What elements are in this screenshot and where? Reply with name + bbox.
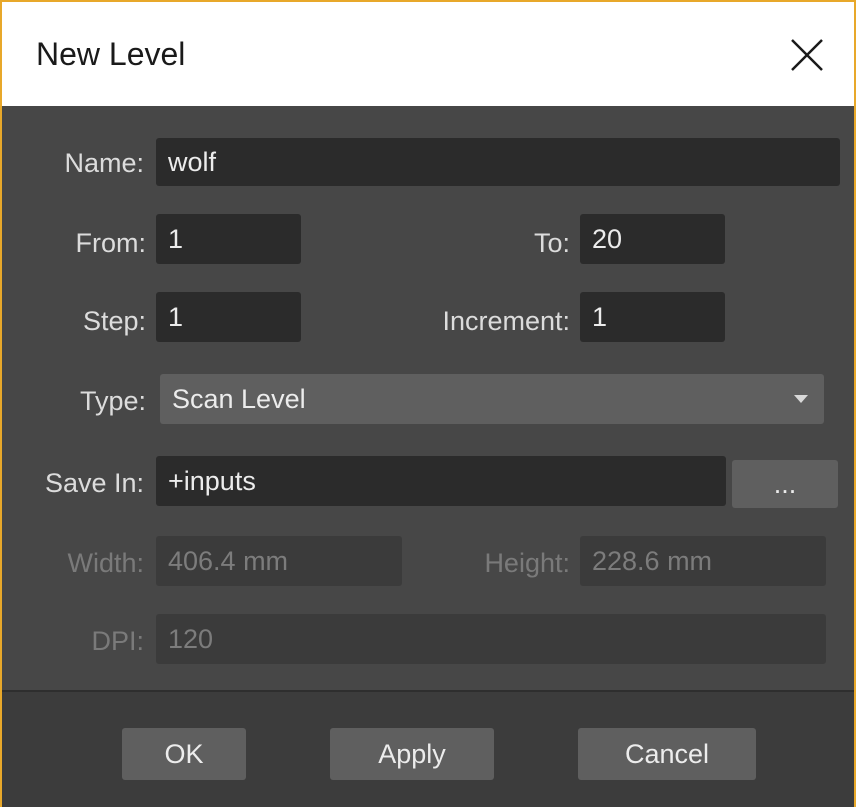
apply-button[interactable]: Apply [330, 728, 494, 780]
new-level-dialog: New Level Name: wolf From: 1 To: 20 Step… [0, 0, 856, 807]
width-value: 406.4 mm [168, 545, 289, 576]
from-input[interactable]: 1 [156, 214, 301, 264]
button-bar: OK Apply Cancel [2, 690, 854, 807]
height-label: Height: [484, 548, 570, 578]
increment-input[interactable]: 1 [580, 292, 725, 342]
ok-button[interactable]: OK [122, 728, 246, 780]
from-label: From: [75, 228, 147, 258]
name-value: wolf [168, 146, 217, 177]
title-bar: New Level [2, 2, 854, 106]
type-dropdown[interactable]: Scan Level [160, 374, 824, 424]
from-value: 1 [168, 223, 184, 254]
type-label: Type: [79, 386, 146, 416]
step-label: Step: [82, 306, 146, 336]
name-input[interactable]: wolf [156, 138, 840, 186]
chevron-down-icon [794, 395, 808, 403]
step-value: 1 [168, 301, 184, 332]
save-in-value: +inputs [168, 465, 256, 496]
dialog-title: New Level [36, 36, 186, 72]
name-label: Name: [64, 148, 144, 178]
width-input[interactable]: 406.4 mm [156, 536, 402, 586]
height-value: 228.6 mm [592, 545, 713, 576]
increment-value: 1 [592, 301, 608, 332]
close-icon[interactable] [784, 34, 830, 80]
save-in-input[interactable]: +inputs [156, 456, 726, 506]
type-value: Scan Level [172, 383, 306, 414]
height-input[interactable]: 228.6 mm [580, 536, 826, 586]
step-input[interactable]: 1 [156, 292, 301, 342]
width-label: Width: [67, 548, 144, 578]
dpi-value: 120 [168, 623, 214, 654]
to-value: 20 [592, 223, 623, 254]
cancel-button[interactable]: Cancel [578, 728, 756, 780]
to-label: To: [533, 228, 570, 258]
dialog-body: Name: wolf From: 1 To: 20 Step: 1 Increm… [2, 106, 854, 690]
dpi-label: DPI: [91, 626, 144, 656]
dpi-input[interactable]: 120 [156, 614, 826, 664]
increment-label: Increment: [442, 306, 570, 336]
save-in-label: Save In: [44, 468, 144, 498]
to-input[interactable]: 20 [580, 214, 725, 264]
browse-button[interactable]: ... [732, 460, 838, 508]
